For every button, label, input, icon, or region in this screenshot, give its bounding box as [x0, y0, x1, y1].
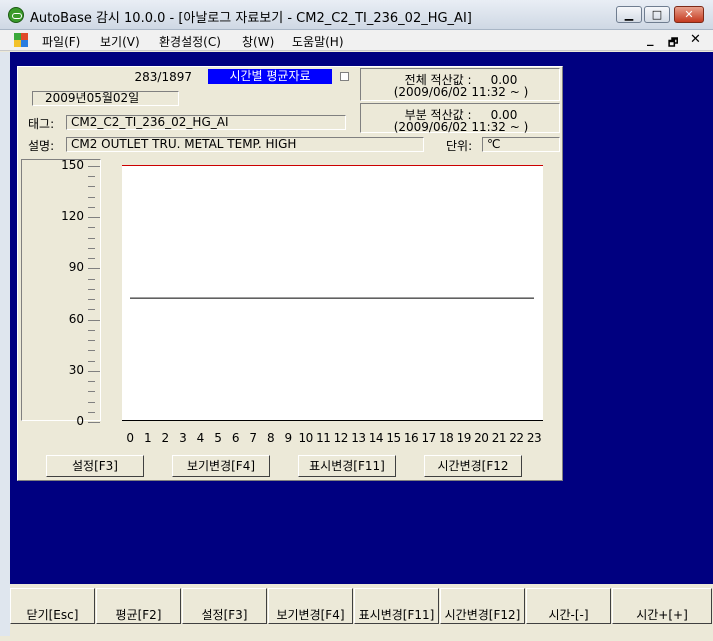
analog-data-panel: 283/1897 시간별 평균자료 전체 적산값 : 0.00 (2009/06… — [17, 66, 563, 481]
y-tick-label: 150 — [61, 158, 84, 172]
footer-view-change-button[interactable]: 보기변경[F4] — [268, 588, 353, 624]
y-tick-mark — [88, 411, 95, 413]
tag-field: CM2_C2_TI_236_02_HG_AI — [66, 115, 346, 130]
y-tick-mark — [88, 319, 100, 321]
y-tick-mark — [88, 237, 95, 239]
title-bar[interactable]: AutoBase 감시 10.0.0 - [아날로그 자료보기 - CM2_C2… — [0, 0, 713, 30]
window-frame — [0, 52, 10, 636]
y-tick-mark — [88, 176, 95, 178]
unit-label: 단위: — [446, 139, 473, 153]
menu-view[interactable]: 보기(V) — [100, 33, 140, 50]
mdi-minimize-button[interactable]: _ — [647, 32, 654, 47]
footer-display-change-button[interactable]: 표시변경[F11] — [354, 588, 439, 624]
footer-time-change-button[interactable]: 시간변경[F12] — [440, 588, 525, 624]
partial-accumulated-box: 부분 적산값 : 0.00 (2009/06/02 11:32 ~ ) — [360, 103, 560, 134]
unit-field: ℃ — [482, 137, 560, 152]
y-tick-mark — [88, 258, 95, 260]
y-tick-mark — [88, 401, 95, 403]
y-tick-mark — [88, 268, 100, 270]
y-tick-mark — [88, 278, 95, 280]
window-title: AutoBase 감시 10.0.0 - [아날로그 자료보기 - CM2_C2… — [30, 11, 472, 26]
time-minus-button[interactable]: 시간-[-] — [526, 588, 611, 624]
date-field[interactable]: 2009년05월02일 — [32, 91, 179, 106]
tag-label: 태그: — [28, 117, 55, 131]
time-change-button[interactable]: 시간변경[F12 — [424, 455, 522, 477]
y-tick-mark — [88, 227, 95, 229]
y-tick-label: 0 — [76, 414, 84, 428]
description-label: 설명: — [28, 139, 55, 153]
y-tick-mark — [88, 340, 95, 342]
y-tick-mark — [88, 381, 95, 383]
y-tick-mark — [88, 196, 95, 198]
partial-since: (2009/06/02 11:32 ~ ) — [393, 120, 529, 134]
total-accumulated-box: 전체 적산값 : 0.00 (2009/06/02 11:32 ~ ) — [360, 68, 560, 101]
y-tick-mark — [88, 422, 100, 423]
y-tick-mark — [88, 186, 95, 188]
y-tick-mark — [88, 299, 95, 301]
y-tick-mark — [88, 350, 95, 352]
menu-file[interactable]: 파일(F) — [42, 33, 80, 50]
y-tick-label: 120 — [61, 209, 84, 224]
app-icon — [8, 7, 24, 23]
time-plus-button[interactable]: 시간+[+] — [612, 588, 712, 624]
view-change-button[interactable]: 보기변경[F4] — [172, 455, 270, 477]
total-since: (2009/06/02 11:32 ~ ) — [393, 85, 529, 99]
description-field: CM2 OUTLET TRU. METAL TEMP. HIGH — [66, 137, 424, 152]
y-axis: 150 120 90 60 30 0 — [21, 158, 101, 428]
y-tick-mark — [88, 247, 95, 249]
y-tick-label: 90 — [68, 260, 84, 275]
menu-bar: 파일(F) 보기(V) 환경설정(C) 창(W) 도움말(H) _ 🗗 ✕ — [0, 30, 713, 51]
document-icon[interactable] — [14, 33, 28, 47]
menu-settings[interactable]: 환경설정(C) — [159, 33, 221, 50]
display-change-button[interactable]: 표시변경[F11] — [298, 455, 396, 477]
trend-chart — [122, 165, 543, 421]
y-tick-mark — [88, 360, 95, 362]
y-tick-mark — [88, 391, 95, 393]
close-button[interactable]: ✕ — [674, 6, 704, 23]
menu-help[interactable]: 도움말(H) — [292, 33, 344, 50]
close-esc-button[interactable]: 닫기[Esc] — [10, 588, 95, 624]
mdi-restore-button[interactable]: 🗗 — [668, 34, 678, 53]
settings-button[interactable]: 설정[F3] — [46, 455, 144, 477]
y-tick-mark — [88, 166, 100, 167]
menu-window[interactable]: 창(W) — [242, 33, 274, 50]
y-tick-label: 60 — [68, 311, 84, 326]
mode-checkbox[interactable] — [340, 72, 349, 81]
minimize-button[interactable]: ▁ — [616, 6, 642, 23]
mode-badge[interactable]: 시간별 평균자료 — [208, 69, 332, 84]
footer-settings-button[interactable]: 설정[F3] — [182, 588, 267, 624]
average-button[interactable]: 평균[F2] — [96, 588, 181, 624]
maximize-button[interactable]: □ — [644, 6, 670, 23]
y-tick-label: 30 — [68, 362, 84, 377]
record-count: 283/1897 — [134, 70, 193, 84]
y-tick-mark — [88, 206, 95, 208]
y-tick-mark — [88, 329, 95, 331]
x-tick-label: 23 — [526, 431, 542, 445]
y-tick-mark — [88, 288, 95, 290]
y-tick-mark — [88, 370, 100, 372]
y-tick-mark — [88, 309, 95, 311]
mdi-close-button[interactable]: ✕ — [690, 32, 701, 47]
y-tick-mark — [88, 217, 100, 219]
